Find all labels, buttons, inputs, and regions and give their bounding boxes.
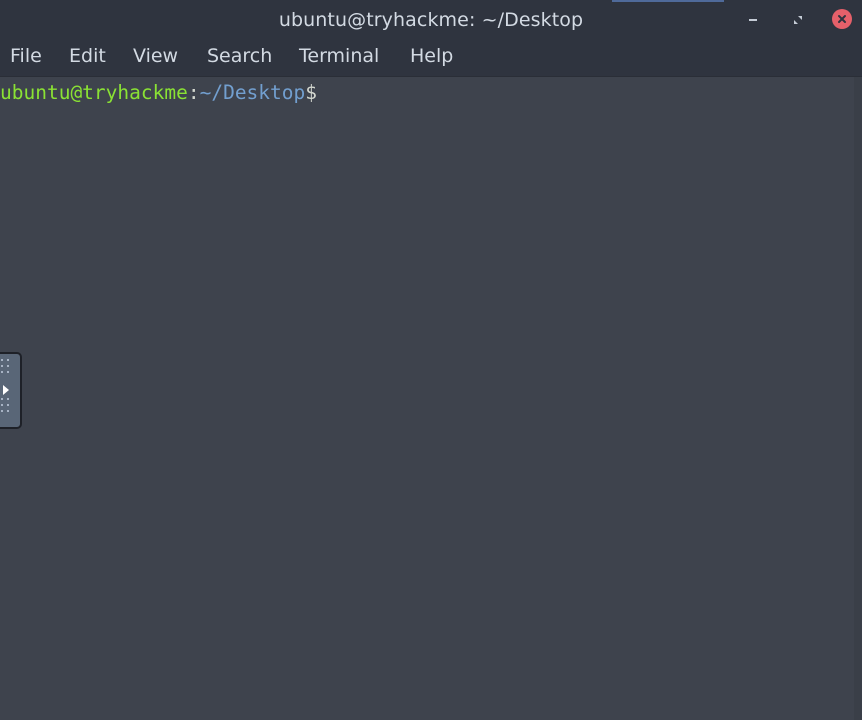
close-button[interactable] [831,8,853,30]
terminal-scrollbar[interactable] [854,77,862,720]
side-panel-toggle[interactable] [0,352,22,429]
menu-search[interactable]: Search [207,44,272,68]
expand-arrow-icon [3,385,9,395]
menu-file[interactable]: File [10,44,42,68]
close-icon [832,9,852,29]
maximize-button[interactable] [787,8,809,30]
menu-help[interactable]: Help [410,44,453,68]
maximize-icon [793,10,803,29]
terminal-area[interactable]: ubuntu@tryhackme:~/Desktop$ [0,77,862,720]
menu-edit[interactable]: Edit [69,44,106,68]
title-bar[interactable]: ubuntu@tryhackme: ~/Desktop [0,0,862,38]
shell-prompt: ubuntu@tryhackme:~/Desktop$ [0,80,317,106]
window-title: ubuntu@tryhackme: ~/Desktop [278,9,584,31]
prompt-symbol: $ [305,81,318,104]
minimize-button[interactable] [742,8,764,30]
prompt-user-host: ubuntu@tryhackme [0,81,188,104]
prompt-path: ~/Desktop [199,81,306,104]
terminal-window: ubuntu@tryhackme: ~/Desktop File Edit Vi… [0,0,862,720]
menu-view[interactable]: View [133,44,178,68]
menu-bar: File Edit View Search Terminal Help [0,38,862,77]
title-bar-accent [612,0,724,2]
menu-terminal[interactable]: Terminal [299,44,379,68]
minimize-icon [749,17,757,21]
prompt-separator: : [187,81,200,104]
